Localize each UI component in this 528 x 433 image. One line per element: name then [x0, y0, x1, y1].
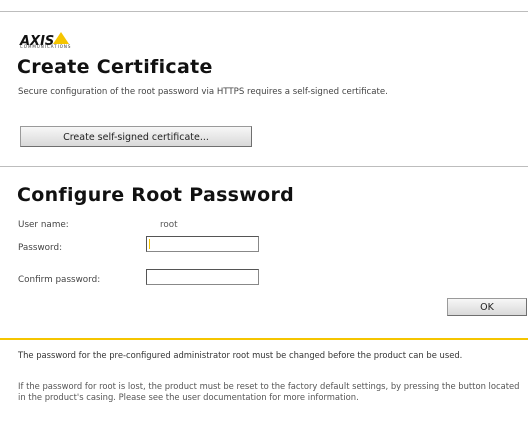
create-self-signed-certificate-button[interactable]: Create self-signed certificate...	[20, 126, 252, 147]
text-caret	[149, 239, 150, 249]
password-label: Password:	[18, 243, 63, 253]
axis-logo: AXIS COMMUNICATIONS	[20, 30, 80, 50]
user-name-value: root	[160, 220, 178, 230]
ok-button[interactable]: OK	[447, 298, 527, 316]
confirm-password-label: Confirm password:	[18, 275, 101, 285]
root-password-setup-page: AXIS COMMUNICATIONS Create Certificate S…	[0, 0, 528, 433]
password-reset-note: If the password for root is lost, the pr…	[18, 381, 520, 402]
accent-divider	[0, 338, 528, 340]
user-name-label: User name:	[18, 220, 69, 230]
password-change-note: The password for the pre-configured admi…	[18, 350, 463, 360]
confirm-password-field[interactable]	[146, 269, 259, 285]
top-divider	[0, 11, 528, 12]
password-field[interactable]	[146, 236, 259, 252]
logo-triangle-icon	[53, 32, 69, 44]
logo-tagline: COMMUNICATIONS	[20, 44, 72, 49]
configure-root-password-title: Configure Root Password	[17, 184, 295, 206]
certificate-description: Secure configuration of the root passwor…	[18, 87, 388, 97]
create-certificate-title: Create Certificate	[17, 56, 213, 78]
section-divider	[0, 166, 528, 167]
